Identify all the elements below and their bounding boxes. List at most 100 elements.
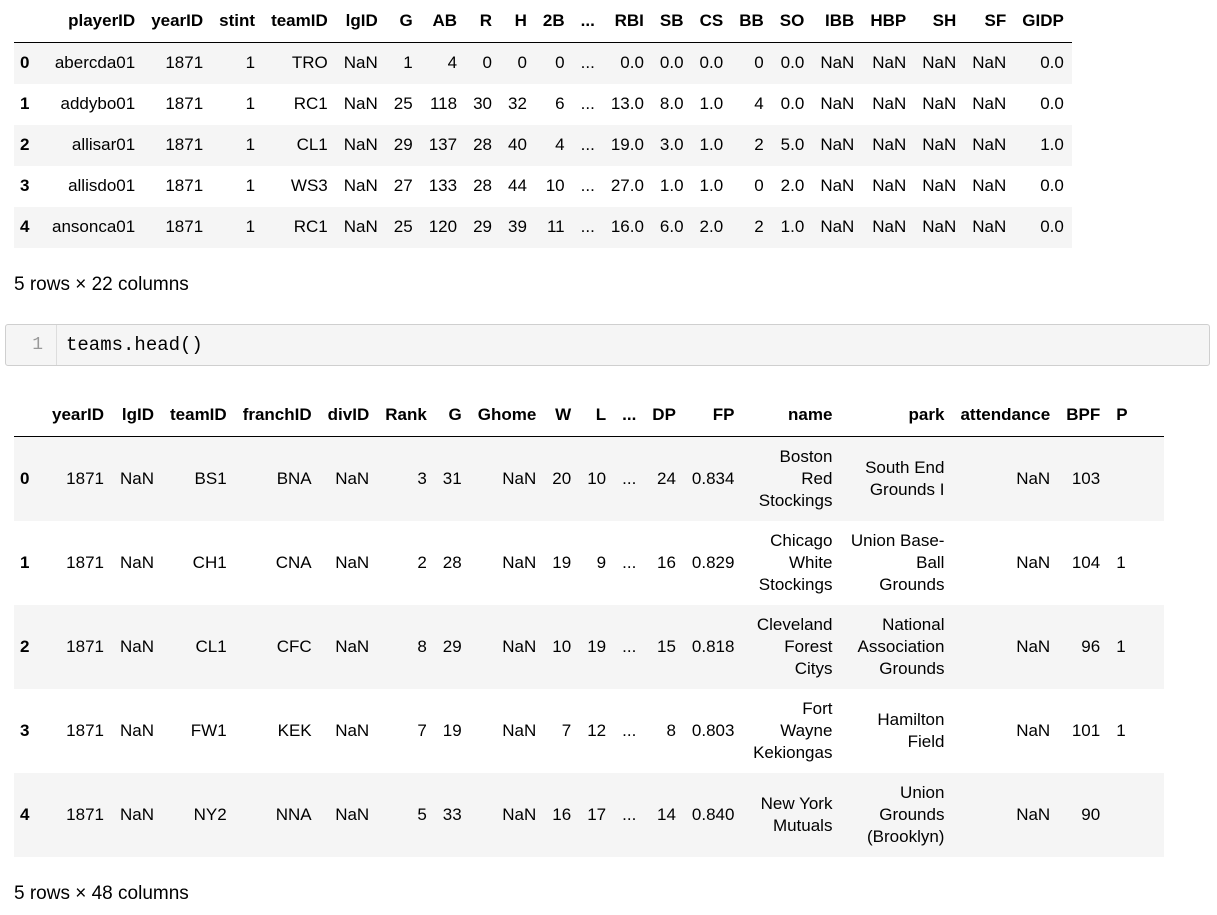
table-cell: 0 [482,53,492,73]
table-cell: 0.0 [780,53,805,73]
column-header: franchID [234,394,320,437]
table-cell: 10 [552,636,572,656]
row-index: 4 [20,804,30,824]
table-cell: 39 [507,217,527,236]
table-cell: 1 [245,53,256,73]
table-cell: 29 [473,217,492,236]
table-cell: 2 [417,552,427,572]
table-cell: NaN [343,176,378,195]
table-cell: 3 [417,468,427,488]
table-cell: 24 [657,468,676,488]
table-cell: 16.0 [610,217,644,236]
column-header: BPF [1058,394,1109,437]
table-cell: 7 [417,720,427,740]
table-cell: NaN [1016,804,1051,824]
table-cell: 0.829 [691,552,735,572]
table-cell: 9 [596,552,607,572]
table-cell: RC1 [293,94,328,113]
table-cell: 12 [587,720,607,740]
table-cell: NaN [1016,552,1051,572]
table-cell: NaN [872,94,907,113]
table-cell: CFC [276,636,312,656]
index-header [14,0,44,43]
table-cell: NaN [335,552,370,572]
players-shape-label: 5 rows × 22 columns [14,274,189,295]
table-cell: 6 [555,94,565,113]
table-cell: 0.0 [1040,94,1064,113]
table-cell: NaN [820,53,855,73]
table-cell: 1 [403,53,413,73]
table-cell: 19 [442,720,462,740]
column-header: stint [211,0,264,43]
table-cell: NaN [872,176,907,195]
table-cell: 1 [1116,720,1126,740]
table-cell: 31 [442,468,462,488]
column-header: G [434,394,470,437]
table-cell: 101 [1071,720,1101,740]
table-cell: 1871 [165,94,204,113]
code-input[interactable]: teams.head() [57,334,203,356]
teams-dataframe-output[interactable]: yearID lgID teamID franchID divID Rank G Ghome W… [14,394,1201,857]
table-cell [1108,773,1164,857]
table-cell: ... [622,804,637,824]
line-number-gutter: 1 [6,325,57,365]
table-cell: 11 [546,217,565,236]
column-header: teamID [162,394,235,437]
column-header: IBB [812,0,863,43]
table-cell: 1871 [165,217,204,236]
column-header: R [465,0,500,43]
table-cell: 4 [754,94,764,113]
table-cell: 1871 [66,552,104,572]
column-header: divID [319,394,378,437]
table-cell: 1871 [165,53,204,73]
table-row: 4 1871 NaN NY2 NNA NaN 5 33 NaN 16 17... 14 0.840 New… [14,772,1165,857]
column-header: BB [731,0,772,43]
table-cell: NaN [502,720,537,740]
table-cell: 0 [517,53,527,73]
table-cell: ... [580,53,595,73]
teams-shape-label: 5 rows × 48 columns [14,883,189,904]
table-cell: NaN [1016,720,1051,740]
table-cell: NaN [872,217,907,236]
table-cell [1108,437,1164,521]
table-cell: NaN [972,217,1007,236]
table-cell: 0.803 [691,720,735,740]
line-number: 1 [32,335,43,355]
table-cell: Cleveland Forest Citys [756,614,833,678]
table-cell: 1 [245,176,256,195]
column-header: SH [914,0,965,43]
table-row: 4 ansonca01 1871 1 RC1 NaN 25 120 29 39 11... 16.0 6… [14,206,1072,248]
table-cell: 4 [555,135,565,154]
table-cell: Chicago White Stockings [758,530,833,594]
table-cell: 0 [754,53,764,73]
column-header: GIDP [1014,0,1072,43]
table-cell: 30 [473,94,492,113]
table-cell: NaN [335,720,370,740]
table-cell: 25 [393,94,413,113]
table-cell: 32 [507,94,527,113]
table-cell: NaN [343,135,378,154]
table-cell: NaN [922,53,957,73]
column-header: H [499,0,535,43]
table-row: 2 1871 NaN CL1 CFC NaN 8 29 NaN 10 19... 15 0.818 Cle… [14,604,1165,689]
row-index: 1 [20,94,30,113]
table-cell: NaN [335,804,370,824]
table-cell: 0.834 [691,468,735,488]
table-cell: NaN [119,804,154,824]
table-cell: Fort Wayne Kekiongas [753,698,833,762]
table-cell: NaN [502,552,537,572]
code-cell[interactable]: 1 teams.head() [5,324,1210,366]
table-cell: Boston Red Stockings [758,446,833,510]
table-cell: 2 [754,217,764,236]
table-cell: 13.0 [610,94,644,113]
table-cell: 10 [587,468,607,488]
column-header: Rank [377,394,435,437]
table-cell: 0.0 [1040,217,1064,236]
table-cell: ... [622,552,637,572]
column-header: P [1108,394,1165,437]
table-cell: 0.0 [1040,176,1064,195]
table-cell: 118 [429,94,458,113]
table-cell: 19.0 [610,135,644,154]
table-cell: Union Grounds (Brooklyn) [867,782,945,846]
column-header: attendance [952,394,1059,437]
